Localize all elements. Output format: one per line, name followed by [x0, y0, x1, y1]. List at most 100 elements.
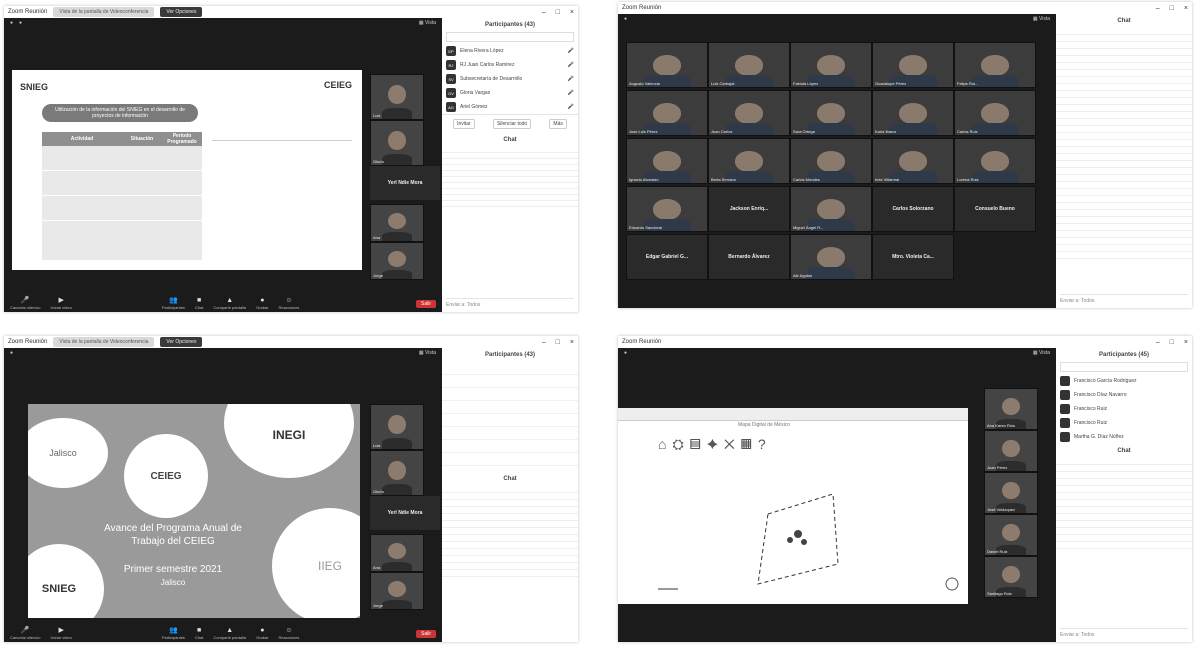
tab-view[interactable]: Vista de la pantalla de Videoconferencia — [53, 7, 155, 17]
participant-video[interactable]: Luis — [370, 74, 424, 120]
participant-video[interactable]: Ana — [370, 204, 424, 242]
close-icon[interactable]: × — [570, 339, 574, 346]
participant-row[interactable]: AG Ariel Gómez 🎤 — [442, 100, 578, 114]
record-button[interactable]: ● Grabar — [256, 297, 268, 310]
view-button[interactable]: ▦ Vista — [419, 20, 436, 26]
participant-row[interactable]: SV Subsecretaría de Desarrollo 🎤 — [442, 72, 578, 86]
participant-video-tile[interactable]: Eduardo Sandoval — [626, 186, 708, 232]
record-button[interactable]: ● Grabar — [256, 627, 268, 640]
start-video-button[interactable]: ▶ Iniciar video — [50, 296, 71, 310]
view-button[interactable]: ▦ Vista — [1033, 350, 1050, 356]
invite-button[interactable]: Invitar — [453, 119, 475, 129]
unmute-button[interactable]: 🎤 Cancelar silencio — [10, 296, 40, 310]
participant-row[interactable]: EP Elena Rivera López 🎤 — [442, 44, 578, 58]
participant-video-tile[interactable]: Berta Serrano — [708, 138, 790, 184]
view-button[interactable]: ▦ Vista — [1033, 16, 1050, 22]
participant-video-tile[interactable]: Jackson Enriq... — [708, 186, 790, 232]
participant-video[interactable]: Juan Pérez — [984, 430, 1038, 472]
participant-row[interactable]: Francisco Ruiz — [1056, 416, 1192, 430]
more-button[interactable]: Más — [549, 119, 567, 129]
chat-input[interactable]: Enviar a: Todos — [1060, 294, 1188, 304]
participant-video-tile[interactable]: Inés Villarreal — [872, 138, 954, 184]
info-icon[interactable]: ● — [624, 16, 627, 22]
info-icon[interactable]: ● — [624, 350, 627, 356]
participant-video[interactable]: Gloria — [370, 450, 424, 496]
participant-video-tile[interactable]: Consuelo Bueno — [954, 186, 1036, 232]
view-button[interactable]: ▦ Vista — [419, 350, 436, 356]
participant-video[interactable]: Santiago Ruiz — [984, 556, 1038, 598]
participant-video-tile[interactable]: Mtro. Violeta Ca... — [872, 234, 954, 280]
leave-button[interactable]: Salir — [415, 630, 436, 638]
participant-video-tile[interactable]: Ale Aguilar — [790, 234, 872, 280]
participant-search[interactable] — [1060, 362, 1188, 372]
jalisco-logo: Jalisco — [28, 418, 108, 488]
mute-all-button[interactable]: Silenciar todo — [492, 119, 532, 129]
start-video-button[interactable]: ▶ Iniciar video — [50, 626, 71, 640]
share-screen-button[interactable]: ▲ Compartir pantalla — [213, 297, 246, 310]
leave-button[interactable]: Salir — [415, 300, 436, 308]
reactions-button[interactable]: ☺ Reacciones — [279, 627, 300, 640]
participant-video[interactable]: Ana — [370, 534, 424, 572]
participant-video-tile[interactable]: Augusto Valencia — [626, 42, 708, 88]
participant-video-tile[interactable]: Fabiola López — [790, 42, 872, 88]
minimize-icon[interactable]: – — [1156, 339, 1160, 346]
participant-video[interactable]: Jorge — [370, 572, 424, 610]
map-canvas[interactable] — [618, 454, 968, 604]
participants-button[interactable]: 👥 Participantes — [162, 626, 185, 640]
participant-video[interactable]: Daniel Ruiz — [984, 514, 1038, 556]
participant-video[interactable]: Ana Karen Rios — [984, 388, 1038, 430]
unmute-button[interactable]: 🎤 Cancelar silencio — [10, 626, 40, 640]
reactions-button[interactable]: ☺ Reacciones — [279, 297, 300, 310]
tab-options[interactable]: Ver Opciones — [160, 337, 203, 347]
participant-video-tile[interactable]: Guadalupe Pérez — [872, 42, 954, 88]
participant-search[interactable] — [446, 32, 574, 42]
participant-video-tile[interactable]: Felipe Rui... — [954, 42, 1036, 88]
participant-video-tile[interactable]: Karla Ibarra — [872, 90, 954, 136]
minimize-icon[interactable]: – — [542, 339, 546, 346]
tab-options[interactable]: Ver Opciones — [160, 7, 203, 17]
participant-row[interactable]: Martha G. Díaz Núñez — [1056, 430, 1192, 444]
participant-row[interactable]: RJ RJ Juan Carlos Ramírez 🎤 — [442, 58, 578, 72]
participant-video[interactable]: José Velázquez — [984, 472, 1038, 514]
close-icon[interactable]: × — [570, 9, 574, 16]
participant-video[interactable]: Luis — [370, 404, 424, 450]
participant-video-tile[interactable]: Juan Carlos — [708, 90, 790, 136]
maximize-icon[interactable]: □ — [1170, 5, 1174, 12]
chat-button[interactable]: ■ Chat — [195, 627, 203, 640]
participant-video-tile[interactable]: Sara Ortega — [790, 90, 872, 136]
minimize-icon[interactable]: – — [542, 9, 546, 16]
info-icon[interactable]: ● — [10, 350, 13, 356]
share-screen-button[interactable]: ▲ Compartir pantalla — [213, 627, 246, 640]
participant-video[interactable]: Jorge — [370, 242, 424, 280]
maximize-icon[interactable]: □ — [1170, 339, 1174, 346]
participant-row[interactable]: GV Gloria Vargas 🎤 — [442, 86, 578, 100]
participants-button[interactable]: 👥 Participantes — [162, 296, 185, 310]
close-icon[interactable]: × — [1184, 5, 1188, 12]
participant-row[interactable]: Francisco Ruiz — [1056, 402, 1192, 416]
chat-input[interactable]: Enviar a: Todos — [1060, 628, 1188, 638]
presenter-name-tile[interactable]: Yerl Ndie Mora — [370, 496, 440, 530]
tab-view[interactable]: Vista de la pantalla de Videoconferencia — [53, 337, 155, 347]
participant-video-tile[interactable]: Luis Carbajal — [708, 42, 790, 88]
participant-video-tile[interactable]: Ignacio Alvarado — [626, 138, 708, 184]
minimize-icon[interactable]: – — [1156, 5, 1160, 12]
participant-video-tile[interactable]: Carlos Morales — [790, 138, 872, 184]
presenter-name-tile[interactable]: Yerl Ndie Mora — [370, 166, 440, 200]
participant-video-tile[interactable]: Miguel Ángel R... — [790, 186, 872, 232]
chat-button[interactable]: ■ Chat — [195, 297, 203, 310]
participant-row[interactable]: Francisco García Rodríguez — [1056, 374, 1192, 388]
participant-video-tile[interactable]: Jose Luis Pérez — [626, 90, 708, 136]
participant-video-tile[interactable]: Bernardo Álvarez — [708, 234, 790, 280]
security-icon[interactable]: ● — [19, 20, 22, 26]
participant-row[interactable]: Francisco Díaz Navarro — [1056, 388, 1192, 402]
maximize-icon[interactable]: □ — [556, 9, 560, 16]
info-icon[interactable]: ● — [10, 20, 13, 26]
participant-video[interactable]: Gloria — [370, 120, 424, 166]
chat-input[interactable]: Enviar a: Todos — [446, 298, 574, 308]
participant-video-tile[interactable]: Lorena Ruiz — [954, 138, 1036, 184]
participant-video-tile[interactable]: Carlos Ruiz — [954, 90, 1036, 136]
participant-video-tile[interactable]: Edgar Gabriel G... — [626, 234, 708, 280]
close-icon[interactable]: × — [1184, 339, 1188, 346]
maximize-icon[interactable]: □ — [556, 339, 560, 346]
participant-video-tile[interactable]: Carlos Solorzano — [872, 186, 954, 232]
